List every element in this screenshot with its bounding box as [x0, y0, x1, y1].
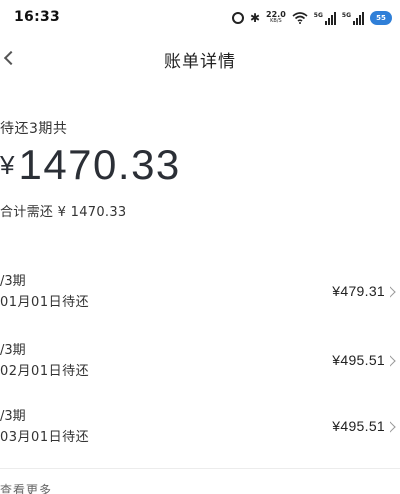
installment-period: /3期: [0, 409, 26, 424]
installment-due-date: 02月01日待还: [0, 364, 90, 379]
pending-periods-label: 待还3期共: [0, 121, 68, 137]
network-speed-value: 22.0: [266, 10, 286, 19]
battery-cloud-icon: 55: [370, 11, 392, 25]
installment-amount: ¥479.31: [332, 283, 385, 299]
amount-value: 1470.33: [18, 141, 181, 188]
page-title: 账单详情: [164, 52, 236, 72]
nav-bar: 账单详情: [0, 34, 400, 80]
installment-row[interactable]: /3期 01月01日待还 ¥479.31: [0, 270, 400, 326]
currency-symbol: ¥: [0, 149, 15, 180]
installment-period: /3期: [0, 343, 26, 358]
installment-amount: ¥495.51: [332, 418, 385, 434]
installment-period: /3期: [0, 274, 26, 289]
network-speed-unit: KB/S: [270, 18, 282, 24]
installment-row[interactable]: /3期 02月01日待还 ¥495.51: [0, 339, 400, 395]
signal-icon-sim2: 5G: [341, 11, 364, 25]
total-due-line: 合计需还 ¥ 1470.33: [0, 205, 127, 220]
installment-amount: ¥495.51: [332, 352, 385, 368]
installment-due-date: 01月01日待还: [0, 295, 90, 310]
installment-row[interactable]: /3期 03月01日待还 ¥495.51: [0, 405, 400, 461]
divider: [0, 468, 400, 469]
installment-due-date: 03月01日待还: [0, 430, 90, 445]
chevron-right-icon: [390, 419, 400, 435]
status-time: 16:33: [14, 9, 61, 25]
pending-amount: ¥ 1470.33: [0, 140, 181, 190]
signal-icon-sim1: 5G: [313, 11, 336, 25]
network-speed: 22.0 KB/S: [266, 11, 286, 25]
wifi-icon: [292, 11, 308, 25]
status-icons: ✱ 22.0 KB/S 5G 5G 55: [231, 9, 392, 27]
alarm-icon: [231, 11, 244, 25]
bluetooth-icon: ✱: [249, 11, 261, 25]
chevron-right-icon: [390, 353, 400, 369]
chevron-right-icon: [390, 284, 400, 300]
signal-tag-sim1: 5G: [313, 11, 323, 19]
status-bar: 16:33 ✱ 22.0 KB/S 5G 5G 55: [0, 0, 400, 34]
signal-tag-sim2: 5G: [341, 11, 351, 19]
view-more-link[interactable]: 查看更多: [0, 481, 52, 494]
